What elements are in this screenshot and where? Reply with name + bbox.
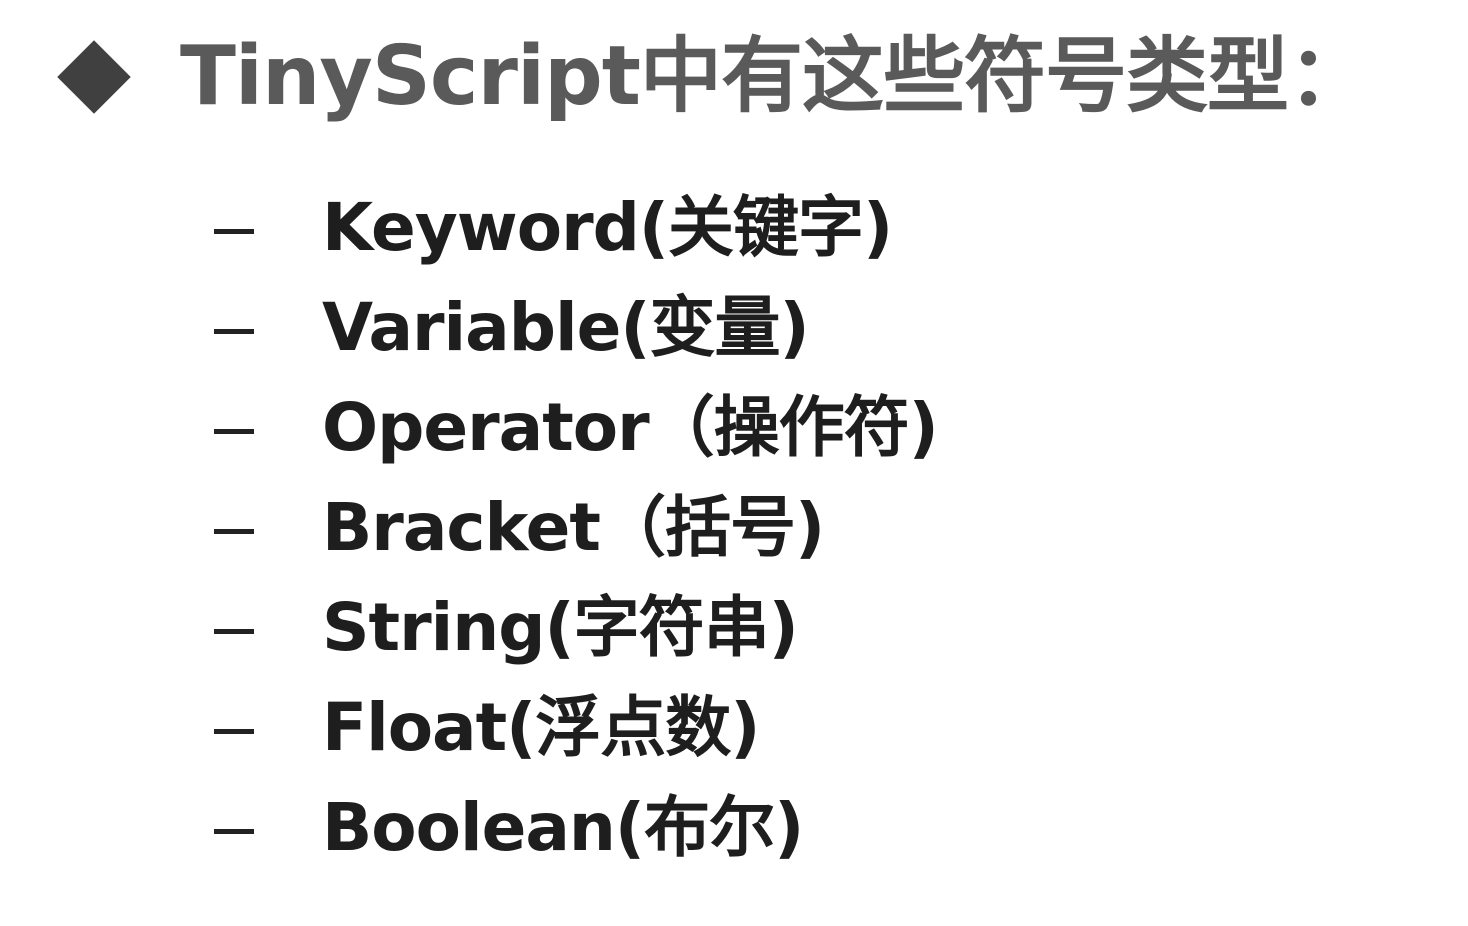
token-type-list: Keyword(关键字) Variable(变量) Operator（操作符) … bbox=[214, 178, 939, 878]
dash-bullet-icon bbox=[214, 628, 254, 634]
list-item-label: Float(浮点数) bbox=[322, 689, 760, 766]
dash-bullet-icon bbox=[214, 728, 254, 734]
list-item-float: Float(浮点数) bbox=[214, 678, 938, 778]
dash-bullet-icon bbox=[214, 328, 254, 334]
dash-bullet-icon bbox=[214, 828, 254, 834]
list-item-keyword: Keyword(关键字) bbox=[214, 178, 938, 278]
list-item-variable: Variable(变量) bbox=[214, 278, 938, 378]
slide: TinyScript中有这些符号类型： Keyword(关键字) Variabl… bbox=[0, 0, 1468, 926]
dash-bullet-icon bbox=[214, 528, 254, 534]
list-item-label: Bracket（括号) bbox=[322, 489, 825, 566]
list-item-label: Variable(变量) bbox=[322, 289, 810, 366]
list-item-operator: Operator（操作符) bbox=[214, 378, 939, 478]
list-item-label: Keyword(关键字) bbox=[322, 189, 893, 266]
list-item-label: String(字符串) bbox=[322, 589, 799, 666]
list-item-label: Boolean(布尔) bbox=[322, 789, 804, 866]
list-item-string: String(字符串) bbox=[214, 578, 938, 678]
slide-heading: TinyScript中有这些符号类型： bbox=[180, 29, 1370, 124]
heading-row: TinyScript中有这些符号类型： bbox=[56, 22, 1370, 132]
diamond-bullet-icon bbox=[57, 40, 131, 114]
list-item-label: Operator（操作符) bbox=[322, 389, 939, 466]
dash-bullet-icon bbox=[214, 228, 254, 234]
list-item-bracket: Bracket（括号) bbox=[214, 478, 938, 578]
dash-bullet-icon bbox=[214, 428, 254, 434]
list-item-boolean: Boolean(布尔) bbox=[214, 778, 938, 878]
